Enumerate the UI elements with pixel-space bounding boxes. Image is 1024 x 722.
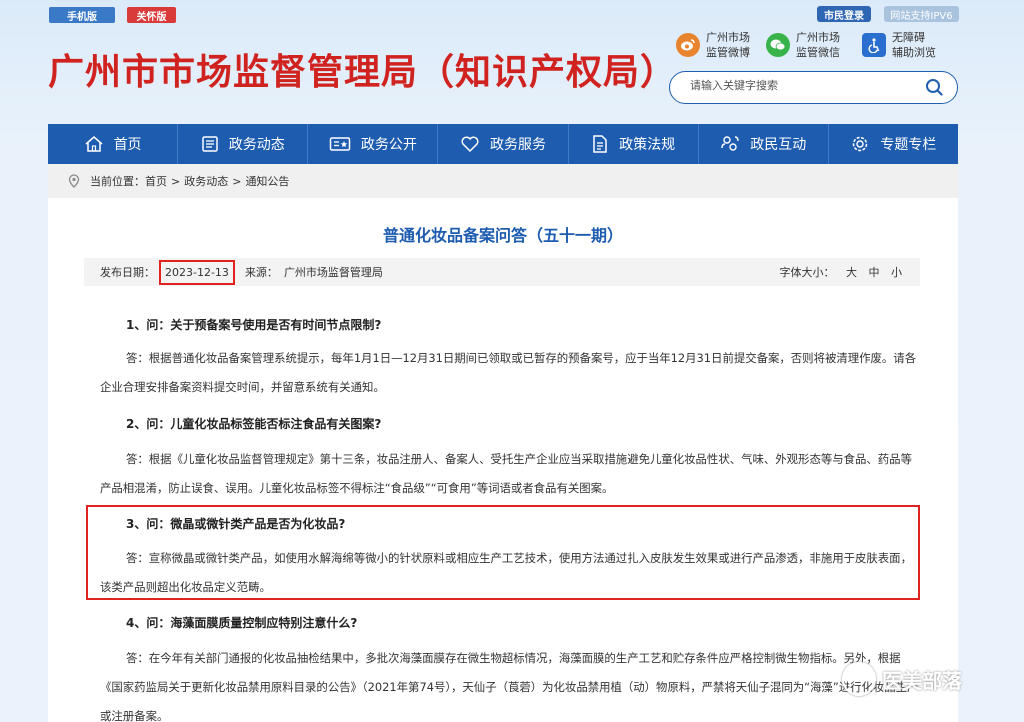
breadcrumb-news[interactable]: 政务动态	[184, 173, 228, 189]
wechat-icon	[766, 33, 790, 57]
search-box	[669, 71, 958, 104]
wechat-label-line1: 广州市场	[796, 31, 840, 44]
site-title: 广州市市场监督管理局（知识产权局）	[48, 52, 678, 93]
answer-1: 答：根据普通化妆品备案管理系统提示，每年1月1日—12月31日期间已领取或已暂存…	[100, 351, 917, 394]
accessibility-label-line1: 无障碍	[892, 31, 925, 44]
home-icon	[85, 136, 103, 152]
document-icon	[593, 135, 607, 153]
nav-item-policy[interactable]: 政策法规	[569, 124, 699, 164]
nav-label: 政务服务	[489, 137, 546, 153]
nav-label: 政务动态	[228, 137, 285, 153]
interaction-icon	[721, 136, 739, 151]
search-input[interactable]	[690, 79, 910, 92]
search-icon[interactable]	[925, 78, 943, 96]
watermark-text: 医美部落	[882, 668, 962, 693]
nav-label: 首页	[113, 137, 142, 153]
weibo-link[interactable]: 广州市场 监管微博	[676, 30, 750, 60]
breadcrumb: 当前位置： 首页 > 政务动态 > 通知公告	[48, 164, 958, 198]
nav-item-news[interactable]: 政务动态	[178, 124, 309, 164]
nav-item-home[interactable]: 首页	[48, 124, 179, 164]
ipv6-badge: 网站支持IPV6	[884, 6, 959, 22]
weibo-label-line2: 监管微博	[706, 46, 750, 59]
mobile-version-link[interactable]: 手机版	[49, 7, 115, 23]
font-size-label: 字体大小：	[779, 266, 835, 279]
nav-label: 政策法规	[619, 137, 676, 153]
font-size-medium-button[interactable]: 中	[869, 266, 880, 279]
gear-icon	[853, 136, 868, 152]
nav-item-service[interactable]: 政务服务	[438, 124, 569, 164]
news-icon	[201, 136, 218, 152]
date-label: 发布日期：	[100, 266, 155, 279]
weibo-label-line1: 广州市场	[706, 31, 750, 44]
wechat-link[interactable]: 广州市场 监管微信	[766, 30, 840, 60]
question-1: 1、问：关于预备案号使用是否有时间节点限制?	[126, 318, 382, 332]
source-label: 来源：	[244, 266, 278, 279]
breadcrumb-home[interactable]: 首页	[145, 173, 167, 189]
location-pin-icon	[68, 174, 80, 188]
font-size-large-button[interactable]: 大	[846, 266, 857, 279]
question-3: 3、问：微晶或微针类产品是否为化妆品?	[126, 517, 346, 531]
care-version-link[interactable]: 关怀版	[127, 7, 176, 23]
nav-item-open-gov[interactable]: 政务公开	[308, 124, 439, 164]
font-size-control: 字体大小： 大 中 小	[780, 264, 903, 280]
open-gov-icon	[329, 137, 351, 151]
nav-label: 专题专栏	[880, 137, 937, 153]
watermark-logo-icon	[842, 662, 876, 696]
wechat-label-line2: 监管微信	[796, 46, 840, 59]
question-4: 4、问：海藻面膜质量控制应特别注意什么?	[126, 616, 358, 630]
breadcrumb-notices[interactable]: 通知公告	[245, 173, 289, 189]
citizen-login-button[interactable]: 市民登录	[817, 6, 871, 22]
publish-date: 2023-12-13	[159, 259, 235, 285]
accessibility-link[interactable]: 无障碍 辅助浏览	[862, 30, 936, 60]
heart-icon	[461, 136, 479, 153]
breadcrumb-separator: >	[232, 174, 242, 188]
watermark: 医美部落	[842, 662, 962, 696]
breadcrumb-separator: >	[171, 174, 181, 188]
article-title: 普通化妆品备案问答（五十一期）	[382, 226, 623, 245]
nav-item-topics[interactable]: 专题专栏	[829, 124, 958, 164]
content-panel: 当前位置： 首页 > 政务动态 > 通知公告 普通化妆品备案问答（五十一期） 发…	[48, 164, 958, 722]
question-2: 2、问：儿童化妆品标签能否标注食品有关图案?	[126, 417, 382, 431]
answer-4: 答：在今年有关部门通报的化妆品抽检结果中，多批次海藻面膜存在微生物超标情况，海藻…	[100, 651, 919, 722]
breadcrumb-prefix: 当前位置：	[90, 175, 145, 188]
accessibility-icon	[862, 33, 886, 57]
main-nav: 首页 政务动态 政务公开 政务服务 政策法规 政民互动 专题专栏	[48, 124, 958, 164]
nav-label: 政民互动	[750, 137, 807, 153]
nav-item-interaction[interactable]: 政民互动	[699, 124, 829, 164]
top-bar: 手机版 关怀版 市民登录 网站支持IPV6	[0, 0, 1024, 26]
answer-3: 答：宣称微晶或微针类产品，如使用水解海绵等微小的针状原料或相应生产工艺技术，使用…	[100, 551, 912, 594]
font-size-small-button[interactable]: 小	[891, 266, 902, 279]
answer-2: 答：根据《儿童化妆品监督管理规定》第十三条，妆品注册人、备案人、受托生产企业应当…	[100, 452, 912, 495]
nav-label: 政务公开	[360, 137, 417, 153]
source-value: 广州市场监督管理局	[283, 266, 383, 279]
article-meta: 发布日期： 2023-12-13 来源： 广州市场监督管理局 字体大小： 大 中…	[84, 258, 920, 286]
weibo-icon	[676, 33, 700, 57]
accessibility-label-line2: 辅助浏览	[892, 46, 936, 59]
